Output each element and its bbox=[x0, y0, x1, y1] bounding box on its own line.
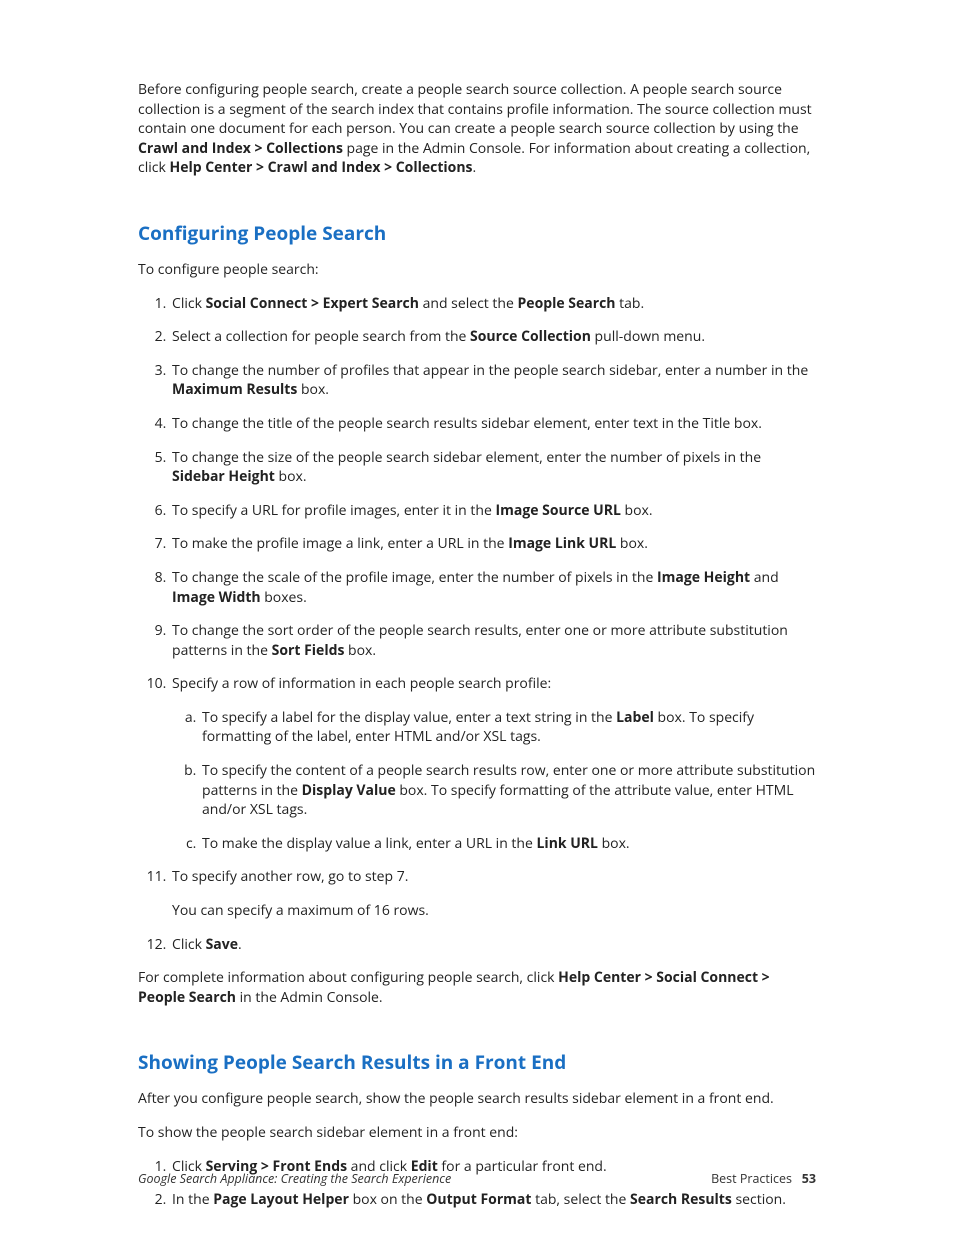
outro-paragraph: For complete information about configuri… bbox=[138, 968, 816, 1007]
list-item: Click Social Connect > Expert Search and… bbox=[170, 294, 816, 314]
page-footer: Google Search Appliance: Creating the Se… bbox=[138, 1170, 816, 1187]
sub-ordered-steps: To specify a label for the display value… bbox=[172, 708, 816, 854]
footer-page-info: Best Practices 53 bbox=[711, 1170, 816, 1187]
text: Specify a row of information in each peo… bbox=[172, 674, 551, 693]
text: and select the bbox=[419, 294, 518, 313]
page-number: 53 bbox=[802, 1170, 816, 1187]
text: tab. bbox=[615, 294, 644, 313]
list-item: Select a collection for people search fr… bbox=[170, 327, 816, 347]
text: To change the scale of the profile image… bbox=[172, 568, 657, 587]
list-item: To change the title of the people search… bbox=[170, 414, 816, 434]
text: To change the title of the people search… bbox=[172, 414, 762, 433]
ordered-steps: Click Social Connect > Expert Search and… bbox=[138, 294, 816, 955]
text: in the Admin Console. bbox=[236, 988, 383, 1007]
list-item: In the Page Layout Helper box on the Out… bbox=[170, 1190, 816, 1210]
bold-text: Crawl and Index > Collections bbox=[138, 139, 343, 158]
note-text: You can specify a maximum of 16 rows. bbox=[172, 901, 816, 921]
list-item: To change the size of the people search … bbox=[170, 448, 816, 487]
text: To change the sort order of the people s… bbox=[172, 621, 788, 660]
list-item: To change the number of profiles that ap… bbox=[170, 361, 816, 400]
list-item: To specify a URL for profile images, ent… bbox=[170, 501, 816, 521]
list-item: To specify the content of a people searc… bbox=[200, 761, 816, 820]
text: box. bbox=[275, 467, 307, 486]
text: tab, select the bbox=[531, 1190, 630, 1209]
bold-text: Link URL bbox=[537, 834, 598, 853]
text: box. bbox=[621, 501, 653, 520]
text: and bbox=[750, 568, 779, 587]
text: In the bbox=[172, 1190, 213, 1209]
text: To specify a URL for profile images, ent… bbox=[172, 501, 495, 520]
list-item: Click Save. bbox=[170, 935, 816, 955]
text: boxes. bbox=[261, 588, 307, 607]
text: . bbox=[238, 935, 242, 954]
section-heading-showing: Showing People Search Results in a Front… bbox=[138, 1049, 816, 1075]
bold-text: Image Link URL bbox=[508, 534, 616, 553]
bold-text: Image Width bbox=[172, 588, 261, 607]
text: box. bbox=[598, 834, 630, 853]
lead-text: To show the people search sidebar elemen… bbox=[138, 1123, 816, 1143]
list-item: To specify another row, go to step 7. Yo… bbox=[170, 867, 816, 920]
list-item: To make the display value a link, enter … bbox=[200, 834, 816, 854]
bold-text: Page Layout Helper bbox=[213, 1190, 349, 1209]
text: To make the display value a link, enter … bbox=[202, 834, 537, 853]
text: To specify a label for the display value… bbox=[202, 708, 616, 727]
text: box on the bbox=[349, 1190, 426, 1209]
text: section. bbox=[732, 1190, 786, 1209]
text: To specify another row, go to step 7. bbox=[172, 867, 408, 886]
list-item: To specify a label for the display value… bbox=[200, 708, 816, 747]
text: Before configuring people search, create… bbox=[138, 80, 812, 138]
text: Click bbox=[172, 294, 206, 313]
lead-text: To configure people search: bbox=[138, 260, 816, 280]
text: . bbox=[473, 158, 477, 177]
text: box. bbox=[344, 641, 376, 660]
bold-text: People Search bbox=[518, 294, 616, 313]
text: To change the number of profiles that ap… bbox=[172, 361, 808, 380]
bold-text: Help Center > Crawl and Index > Collecti… bbox=[169, 158, 472, 177]
list-item: To change the sort order of the people s… bbox=[170, 621, 816, 660]
bold-text: Sort Fields bbox=[272, 641, 345, 660]
list-item: To make the profile image a link, enter … bbox=[170, 534, 816, 554]
list-item: Specify a row of information in each peo… bbox=[170, 674, 816, 853]
bold-text: Sidebar Height bbox=[172, 467, 275, 486]
text: Select a collection for people search fr… bbox=[172, 327, 470, 346]
bold-text: Save bbox=[206, 935, 238, 954]
bold-text: Image Height bbox=[657, 568, 750, 587]
bold-text: Social Connect > Expert Search bbox=[206, 294, 419, 313]
text: For complete information about configuri… bbox=[138, 968, 558, 987]
text: box. bbox=[297, 380, 329, 399]
lead-text: After you configure people search, show … bbox=[138, 1089, 816, 1109]
bold-text: Maximum Results bbox=[172, 380, 297, 399]
footer-section: Best Practices bbox=[711, 1170, 792, 1187]
bold-text: Search Results bbox=[630, 1190, 732, 1209]
document-page: Before configuring people search, create… bbox=[0, 0, 954, 1235]
list-item: To change the scale of the profile image… bbox=[170, 568, 816, 607]
bold-text: Display Value bbox=[302, 781, 396, 800]
section-heading-configuring: Configuring People Search bbox=[138, 220, 816, 246]
bold-text: Source Collection bbox=[470, 327, 591, 346]
text: box. bbox=[616, 534, 648, 553]
bold-text: Label bbox=[616, 708, 654, 727]
bold-text: Output Format bbox=[426, 1190, 531, 1209]
text: To make the profile image a link, enter … bbox=[172, 534, 508, 553]
intro-paragraph: Before configuring people search, create… bbox=[138, 80, 816, 178]
footer-title: Google Search Appliance: Creating the Se… bbox=[138, 1170, 451, 1187]
bold-text: Image Source URL bbox=[495, 501, 620, 520]
text: pull-down menu. bbox=[591, 327, 705, 346]
text: Click bbox=[172, 935, 206, 954]
text: To change the size of the people search … bbox=[172, 448, 761, 467]
